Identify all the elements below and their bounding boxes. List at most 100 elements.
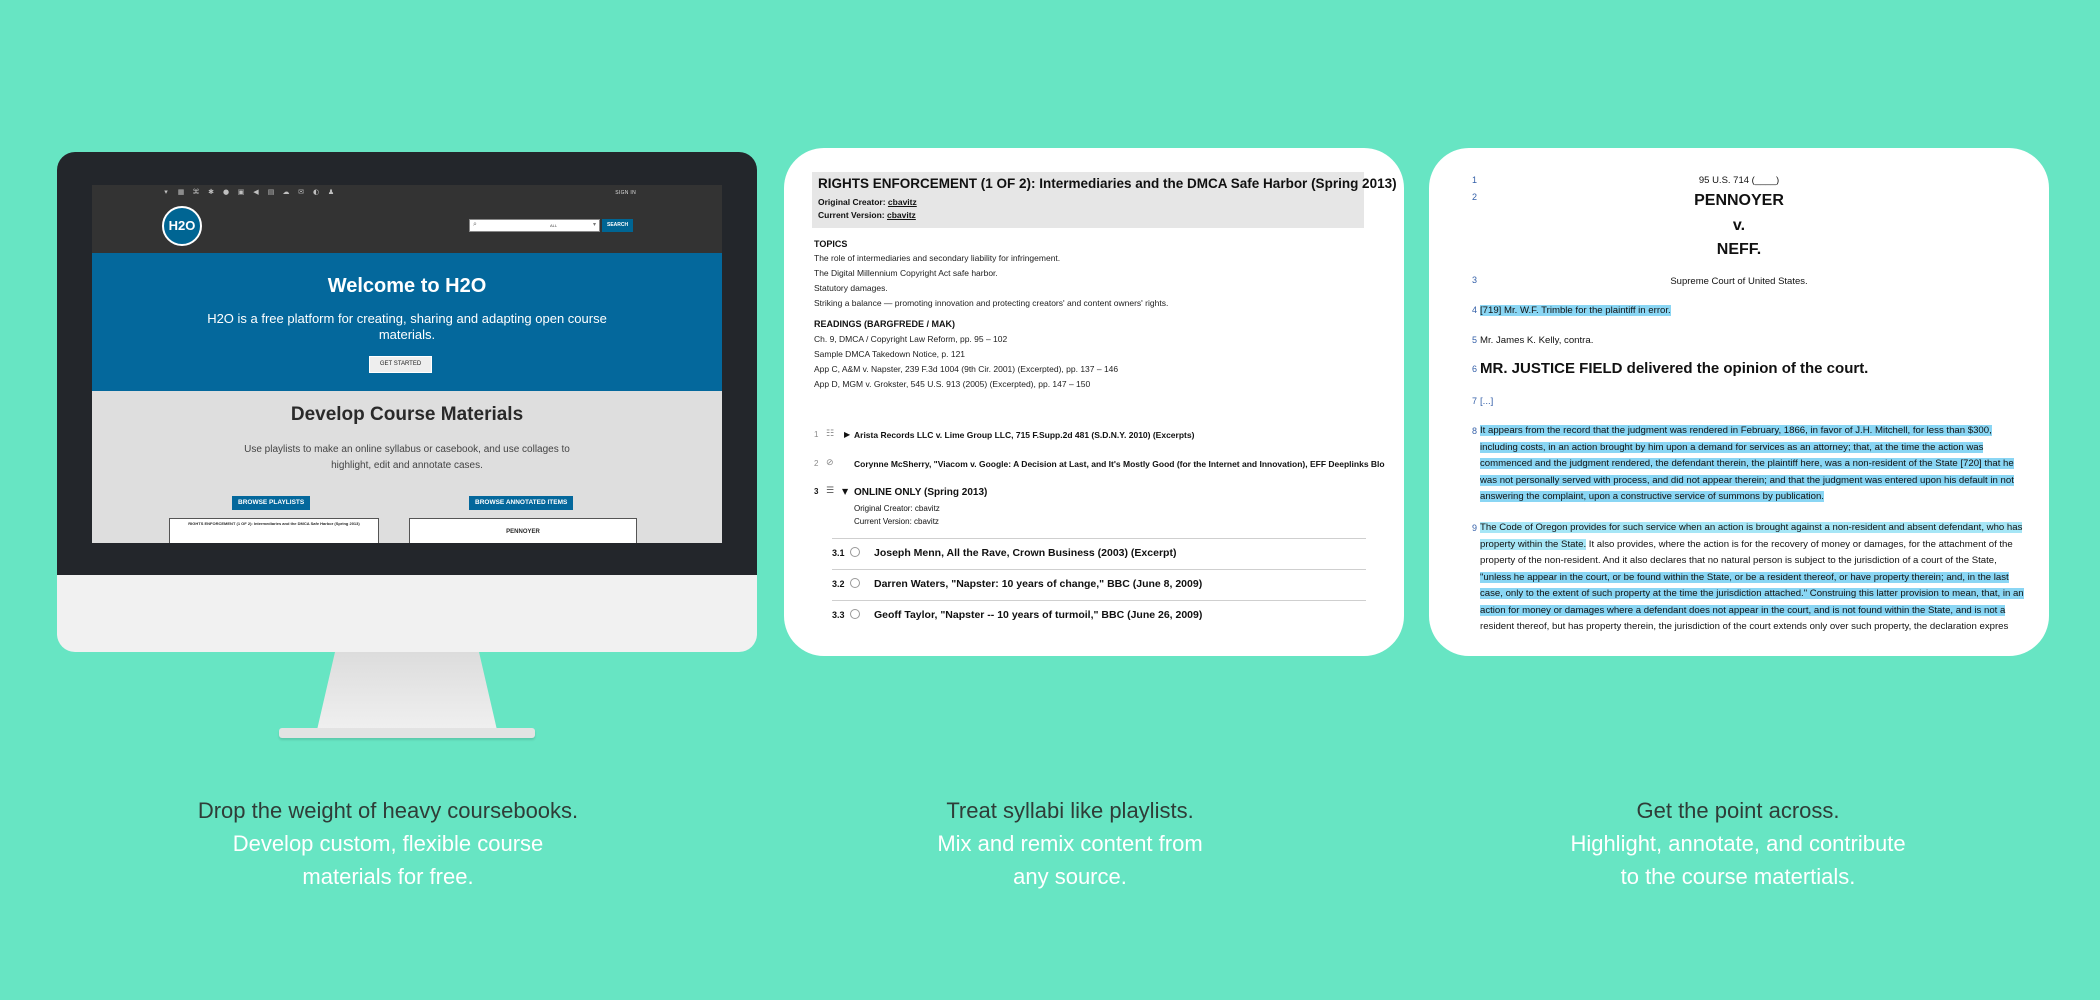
- item-number: 3: [814, 487, 819, 496]
- doc-icon[interactable]: ▤: [267, 188, 275, 196]
- caption-coursebooks: Drop the weight of heavy coursebooks. De…: [128, 794, 648, 893]
- search-icon: ⌕: [473, 221, 477, 228]
- case-paragraph[interactable]: The Code of Oregon provides for such ser…: [1480, 520, 2028, 632]
- develop-title: Develop Course Materials: [290, 404, 524, 425]
- case-party-1: PENNOYER: [1694, 192, 1784, 209]
- cloud-icon[interactable]: ☁: [282, 188, 290, 196]
- playlist-title: RIGHTS ENFORCEMENT (1 OF 2): Intermediar…: [818, 176, 1397, 191]
- get-started-button[interactable]: GET STARTED: [369, 356, 432, 373]
- subitem-number: 3.2: [832, 579, 845, 589]
- collapse-arrow-icon[interactable]: ▼: [842, 487, 848, 496]
- readings-heading: READINGS (BARGFREDE / MAK): [814, 319, 955, 329]
- search-input[interactable]: ⌕ ALL ▾: [469, 219, 600, 232]
- counsel-line: Mr. James K. Kelly, contra.: [1480, 335, 1594, 346]
- caption-heading: Treat syllabi like playlists.: [946, 798, 1194, 823]
- develop-subtitle: Use playlists to make an online syllabus…: [244, 444, 570, 471]
- record-icon[interactable]: ●: [222, 188, 230, 196]
- opinion-heading: MR. JUSTICE FIELD delivered the opinion …: [1480, 360, 1869, 377]
- topic-line: Striking a balance — promoting innovatio…: [814, 298, 1169, 308]
- list-icon: ☷: [826, 429, 835, 439]
- original-creator-link[interactable]: cbavitz: [888, 197, 917, 207]
- monitor-bezel: ▾ ▦ ⌘ ✱ ● ▣ ◀ ▤ ☁ ✉ ◐ ♟ SIGN IN H2O ⌕ AL…: [57, 152, 757, 575]
- current-version-link[interactable]: cbavitz: [887, 210, 916, 220]
- case-preview-title: PENNOYER: [506, 529, 540, 535]
- highlighted-text[interactable]: [719] Mr. W.F. Trimble for the plaintiff…: [1480, 305, 1671, 316]
- elided-text-link[interactable]: [...]: [1480, 394, 2028, 411]
- search-button[interactable]: SEARCH: [602, 219, 634, 232]
- caption-line: to the course matertials.: [1620, 864, 1856, 889]
- playlist-item[interactable]: 1 ☷ ▶ Arista Records LLC v. Lime Group L…: [814, 429, 1366, 450]
- topic-line: Statutory damages.: [814, 283, 888, 293]
- subitem-number: 3.1: [832, 548, 845, 558]
- mail-icon[interactable]: ✉: [297, 188, 305, 196]
- image-icon[interactable]: ▣: [237, 188, 245, 196]
- h2o-logo[interactable]: H2O: [162, 206, 202, 246]
- search-scope-select[interactable]: ALL: [550, 223, 557, 228]
- reading-line: App C, A&M v. Napster, 239 F.3d 1004 (9t…: [814, 364, 1119, 374]
- item-title[interactable]: ONLINE ONLY (Spring 2013): [854, 487, 987, 498]
- playlist-card: RIGHTS ENFORCEMENT (1 OF 2): Intermediar…: [784, 148, 1404, 656]
- playlist-preview-card[interactable]: RIGHTS ENFORCEMENT (1 OF 2): Intermediar…: [169, 518, 379, 543]
- original-creator: Original Creator: cbavitz: [818, 197, 917, 207]
- case-paragraph[interactable]: It appears from the record that the judg…: [1480, 423, 2028, 506]
- site-header: ▾ ▦ ⌘ ✱ ● ▣ ◀ ▤ ☁ ✉ ◐ ♟ SIGN IN H2O ⌕ AL…: [92, 185, 722, 253]
- counsel-line[interactable]: [719] Mr. W.F. Trimble for the plaintiff…: [1480, 303, 2028, 320]
- hero-title: Welcome to H2O: [327, 275, 487, 297]
- speaker-icon[interactable]: ◀: [252, 188, 260, 196]
- line-number: 9: [1471, 523, 1477, 533]
- original-creator-label: Original Creator:: [818, 197, 886, 207]
- playlist-subitem[interactable]: 3.1 Joseph Menn, All the Rave, Crown Bus…: [832, 538, 1366, 570]
- filter-icon[interactable]: ▾: [162, 188, 170, 196]
- share-icon[interactable]: ◐: [312, 188, 320, 196]
- case-citation: 95 U.S. 714 (____): [1698, 175, 1780, 186]
- caption-line: Highlight, annotate, and contribute: [1570, 831, 1906, 856]
- caption-heading: Get the point across.: [1636, 798, 1840, 823]
- link-icon: ⊘: [826, 458, 834, 468]
- paragraph-text: resident thereof, but has property there…: [1480, 621, 2009, 632]
- playlist-header: RIGHTS ENFORCEMENT (1 OF 2): Intermediar…: [812, 172, 1397, 228]
- case-preview-card[interactable]: PENNOYER: [409, 518, 637, 543]
- item-title[interactable]: Arista Records LLC v. Lime Group LLC, 71…: [854, 430, 1194, 440]
- monitor-stand: [317, 652, 497, 730]
- sign-in-link[interactable]: SIGN IN: [615, 190, 636, 196]
- subitem-title[interactable]: Darren Waters, "Napster: 10 years of cha…: [874, 578, 1202, 590]
- playlist-item[interactable]: 2 ⊘ Corynne McSherry, "Viacom v. Google:…: [814, 458, 1385, 479]
- grid-icon[interactable]: ▦: [177, 188, 185, 196]
- highlighted-text[interactable]: It appears from the record that the judg…: [1480, 425, 2014, 502]
- browse-annotated-button[interactable]: BROWSE ANNOTATED ITEMS: [469, 496, 574, 510]
- browse-playlists-button[interactable]: BROWSE PLAYLISTS: [232, 496, 311, 510]
- user-icon[interactable]: ♟: [327, 188, 335, 196]
- caption-line: Develop custom, flexible course: [232, 831, 544, 856]
- caption-line: materials for free.: [302, 864, 474, 889]
- caption-line: Mix and remix content from: [937, 831, 1203, 856]
- monitor-chin: [57, 575, 757, 652]
- settings-icon[interactable]: ✱: [207, 188, 215, 196]
- caption-playlists: Treat syllabi like playlists. Mix and re…: [810, 794, 1330, 893]
- caption-annotate: Get the point across. Highlight, annotat…: [1478, 794, 1998, 893]
- list-icon: ☰: [826, 486, 835, 496]
- playlist-item[interactable]: 3 ☰ ▼ ONLINE ONLY (Spring 2013) Original…: [814, 486, 1366, 531]
- playlist-subitem[interactable]: 3.2 Darren Waters, "Napster: 10 years of…: [832, 569, 1366, 601]
- highlighted-text[interactable]: "unless he appear in the court, or be fo…: [1480, 571, 2024, 616]
- case-card: 1 2 3 4 5 6 7 8 9 95 U.S. 714 (____) PEN…: [1429, 148, 2049, 656]
- reading-line: Sample DMCA Takedown Notice, p. 121: [814, 349, 966, 359]
- link-icon: [850, 609, 860, 619]
- item-number: 2: [814, 459, 819, 468]
- hero-subtitle: H2O is a free platform for creating, sha…: [207, 311, 607, 342]
- current-version-label: Current Version:: [818, 210, 885, 220]
- playlist-subitem[interactable]: 3.3 Geoff Taylor, "Napster -- 10 years o…: [832, 600, 1366, 632]
- item-meta: Original Creator: cbavitz: [854, 504, 940, 513]
- line-number: 8: [1471, 426, 1477, 436]
- item-number: 1: [814, 430, 819, 439]
- subitem-title[interactable]: Geoff Taylor, "Napster -- 10 years of tu…: [874, 609, 1202, 621]
- network-icon[interactable]: ⌘: [192, 188, 200, 196]
- line-number: 4: [1471, 305, 1477, 315]
- expand-arrow-icon[interactable]: ▶: [844, 430, 850, 439]
- topic-line: The Digital Millennium Copyright Act saf…: [814, 268, 998, 278]
- subitem-number: 3.3: [832, 610, 845, 620]
- link-icon: [850, 578, 860, 588]
- subitem-title[interactable]: Joseph Menn, All the Rave, Crown Busines…: [874, 547, 1176, 559]
- item-title[interactable]: Corynne McSherry, "Viacom v. Google: A D…: [854, 459, 1385, 469]
- line-number: 7: [1471, 396, 1477, 406]
- playlist-preview-title: RIGHTS ENFORCEMENT (1 OF 2): Intermediar…: [188, 521, 360, 526]
